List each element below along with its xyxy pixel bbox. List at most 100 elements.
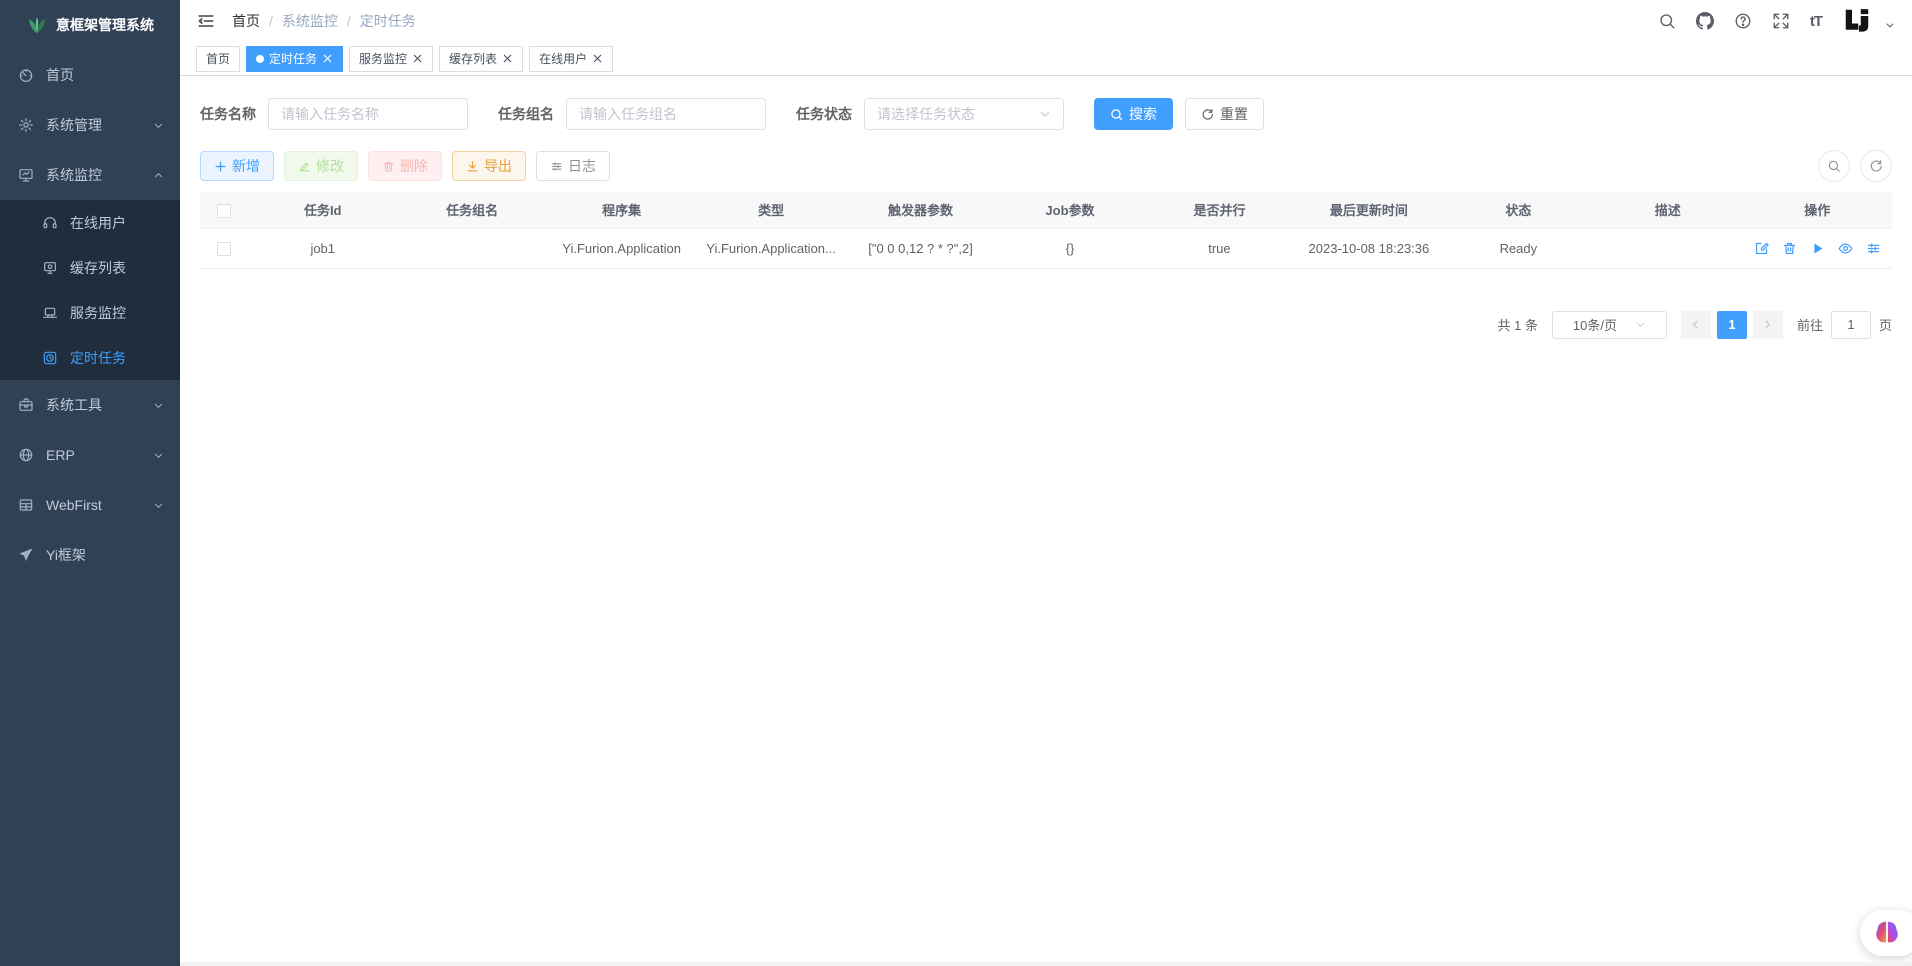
page-size-select[interactable]: 10条/页 [1552,311,1667,339]
tab-online-users[interactable]: 在线用户 [529,46,613,72]
add-button[interactable]: 新增 [200,151,274,181]
chevron-right-icon [1762,319,1773,330]
prev-page-button[interactable] [1681,311,1711,339]
table-search-button[interactable] [1818,150,1850,182]
help-icon[interactable] [1734,12,1752,30]
close-icon[interactable] [592,53,603,64]
tab-label: 首页 [206,50,230,67]
edit-button[interactable]: 修改 [284,151,358,181]
trash-icon[interactable] [1782,241,1797,256]
ai-assistant-button[interactable] [1860,910,1912,956]
trash-icon [382,160,395,173]
export-button[interactable]: 导出 [452,151,526,181]
page-content: 任务名称 任务组名 任务状态 请选择任务状态 搜索 [180,76,1912,966]
pagination: 共 1 条 10条/页 1 前往 页 [200,311,1892,339]
play-icon[interactable] [1810,241,1825,256]
sidebar-item-scheduled-tasks[interactable]: 定时任务 [0,335,180,380]
sidebar-item-system-tools[interactable]: 系统工具 [0,380,180,430]
sidebar-item-webfirst[interactable]: WebFirst [0,480,180,530]
globe-icon [18,447,34,463]
row-checkbox[interactable] [217,242,231,256]
reset-button[interactable]: 重置 [1185,98,1264,130]
close-icon[interactable] [412,53,423,64]
table-header-row: 任务Id 任务组名 程序集 类型 触发器参数 Job参数 是否并行 最后更新时间… [200,192,1892,228]
horizontal-scrollbar[interactable] [180,962,1912,966]
sidebar-item-home[interactable]: 首页 [0,50,180,100]
column-job-args: Job参数 [995,192,1144,228]
breadcrumb-separator: / [269,13,273,29]
sidebar-item-label: WebFirst [46,497,102,513]
delete-button[interactable]: 删除 [368,151,442,181]
search-button[interactable]: 搜索 [1094,98,1173,130]
tab-scheduled-tasks[interactable]: 定时任务 [246,46,343,72]
hamburger-icon[interactable] [196,11,216,31]
fullscreen-icon[interactable] [1772,12,1790,30]
tab-service-monitor[interactable]: 服务监控 [349,46,433,72]
cache-icon [42,260,58,276]
task-name-group: 任务名称 [200,98,468,130]
font-size-icon[interactable]: tT [1810,13,1822,30]
github-icon[interactable] [1696,12,1714,30]
close-icon[interactable] [322,53,333,64]
page-number-1[interactable]: 1 [1717,311,1747,339]
log-button[interactable]: 日志 [536,151,610,181]
cell-description [1593,228,1742,268]
chevron-down-icon [153,400,164,411]
sidebar-item-cache-list[interactable]: 缓存列表 [0,245,180,290]
chevron-left-icon [1690,319,1701,330]
cell-assembly: Yi.Furion.Application [547,228,696,268]
sidebar-item-label: 首页 [46,65,74,85]
task-status-label: 任务状态 [796,104,852,124]
refresh-icon [1869,159,1883,173]
cell-parallel: true [1145,228,1294,268]
next-page-button[interactable] [1753,311,1783,339]
edit-icon[interactable] [1754,241,1769,256]
avatar[interactable] [1842,6,1872,36]
filter-form: 任务名称 任务组名 任务状态 请选择任务状态 搜索 [200,98,1892,130]
task-status-placeholder: 请选择任务状态 [877,104,975,124]
column-parallel: 是否并行 [1145,192,1294,228]
app-logo[interactable]: 意框架管理系统 [0,0,180,50]
sidebar-item-online-users[interactable]: 在线用户 [0,200,180,245]
select-all-checkbox[interactable] [217,204,231,218]
row-actions [1743,241,1892,256]
sidebar-item-label: 系统监控 [46,165,102,185]
sidebar-item-yi-framework[interactable]: Yi框架 [0,530,180,580]
column-actions: 操作 [1743,192,1892,228]
delete-button-label: 删除 [400,156,428,176]
caret-down-icon[interactable] [1884,19,1896,31]
online-user-icon [42,215,58,231]
monitor-icon [18,167,34,183]
task-name-input[interactable] [268,98,468,130]
breadcrumb-home[interactable]: 首页 [232,11,260,31]
task-name-label: 任务名称 [200,104,256,124]
search-icon[interactable] [1658,12,1676,30]
goto-page-input[interactable] [1831,311,1871,339]
cell-task-id: job1 [248,228,397,268]
sidebar-item-erp[interactable]: ERP [0,430,180,480]
column-type: 类型 [696,192,845,228]
table-tools [1818,150,1892,182]
task-status-select[interactable]: 请选择任务状态 [864,98,1064,130]
table-row[interactable]: job1 Yi.Furion.Application Yi.Furion.App… [200,228,1892,268]
task-group-input[interactable] [566,98,766,130]
tab-cache-list[interactable]: 缓存列表 [439,46,523,72]
sidebar-item-label: 在线用户 [70,213,126,233]
chevron-down-icon [1635,319,1646,330]
grid-icon [18,497,34,513]
close-icon[interactable] [502,53,513,64]
main-area: 首页 / 系统监控 / 定时任务 tT [180,0,1912,966]
schedule-icon [42,350,58,366]
sidebar-item-system-mgmt[interactable]: 系统管理 [0,100,180,150]
cell-trigger-args: ["0 0 0,12 ? * ?",2] [846,228,995,268]
server-icon [42,305,58,321]
sidebar-item-service-monitor[interactable]: 服务监控 [0,290,180,335]
plus-icon [214,160,227,173]
tab-home[interactable]: 首页 [196,46,240,72]
page-unit-label: 页 [1879,315,1892,334]
table-refresh-button[interactable] [1860,150,1892,182]
breadcrumb-system-monitor: 系统监控 [282,11,338,31]
eye-icon[interactable] [1838,241,1853,256]
sidebar-item-system-monitor[interactable]: 系统监控 [0,150,180,200]
log-detail-icon[interactable] [1866,241,1881,256]
